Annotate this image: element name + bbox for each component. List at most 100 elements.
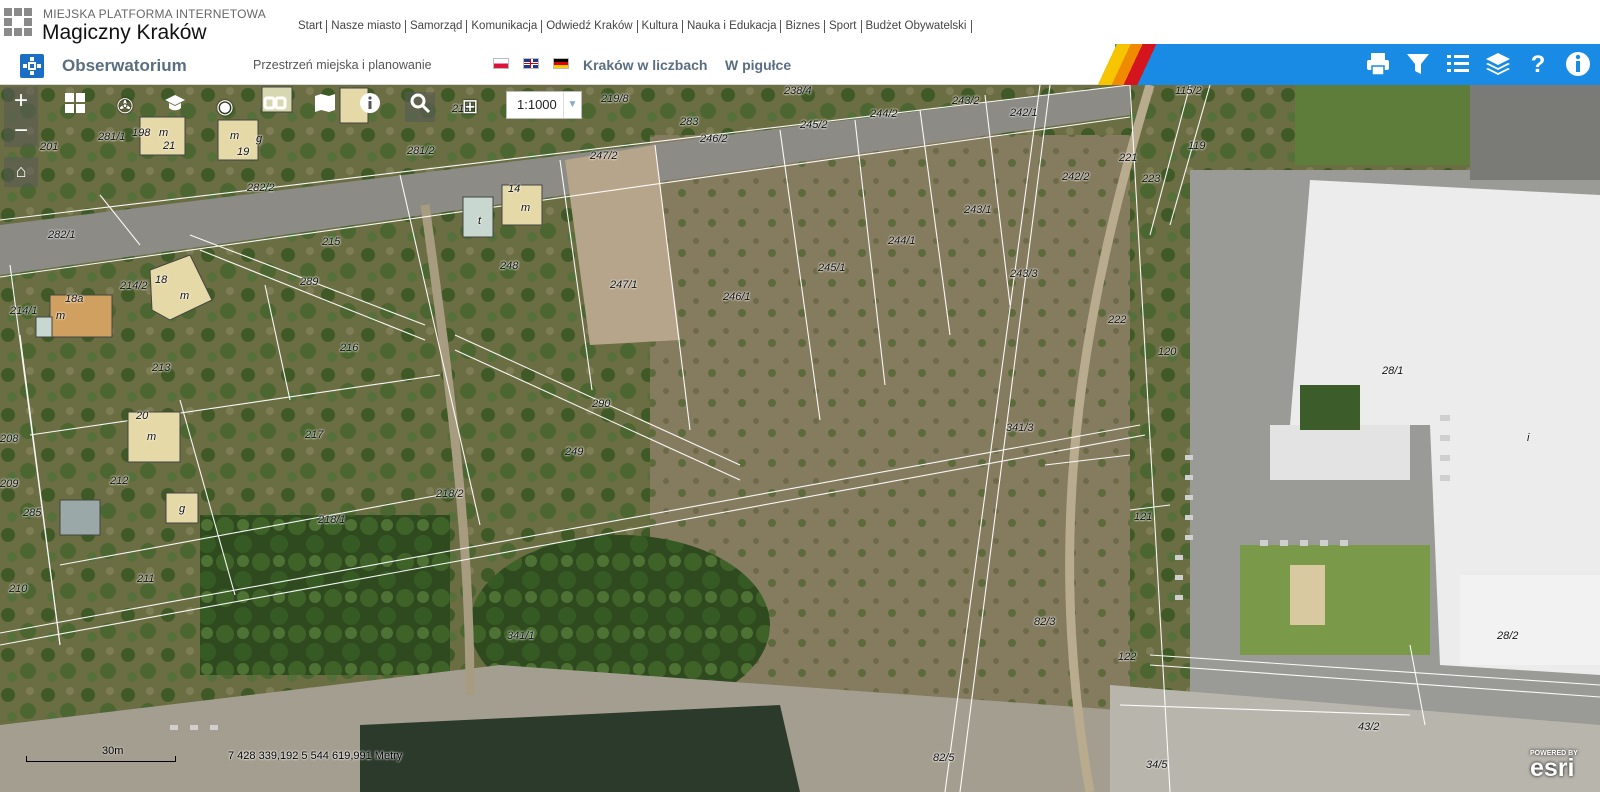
parcel-label: 221 bbox=[1119, 152, 1138, 164]
parcel-label: 243/3 bbox=[1010, 268, 1038, 280]
parcel-label: 217 bbox=[305, 429, 324, 441]
zoom-out-button[interactable]: − bbox=[4, 117, 38, 147]
palette-icon[interactable]: ✇ bbox=[110, 92, 140, 122]
zoom-in-button[interactable]: + bbox=[4, 87, 38, 117]
filter-icon[interactable] bbox=[1403, 50, 1433, 80]
parcel-label: 243/1 bbox=[964, 204, 992, 216]
parcel-label: 213 bbox=[152, 362, 171, 374]
app-title[interactable]: Obserwatorium bbox=[62, 56, 187, 76]
parcel-label: 244/1 bbox=[888, 235, 916, 247]
print-icon[interactable] bbox=[1363, 50, 1393, 80]
basemap-grid-icon[interactable] bbox=[60, 92, 90, 122]
portal-title[interactable]: Magiczny Kraków bbox=[42, 21, 207, 45]
nav-item-samorzad[interactable]: Samorząd bbox=[406, 20, 468, 33]
section-title[interactable]: Przestrzeń miejska i planowanie bbox=[253, 58, 432, 72]
parcel-label: 211 bbox=[137, 573, 155, 585]
parcel-label: 244/2 bbox=[870, 108, 898, 120]
link-krakow-w-liczbach[interactable]: Kraków w liczbach bbox=[583, 57, 707, 73]
info-icon[interactable] bbox=[355, 92, 385, 122]
krakow-logo-icon[interactable] bbox=[4, 8, 32, 38]
parcel-label: 243/2 bbox=[952, 95, 980, 107]
building-mark: m bbox=[180, 290, 190, 302]
parcel-label: 249 bbox=[565, 446, 584, 458]
link-icon[interactable] bbox=[260, 92, 290, 122]
building-mark: t bbox=[478, 215, 482, 227]
nav-item-start[interactable]: Start bbox=[298, 20, 328, 33]
parcel-label: 28/1 bbox=[1382, 365, 1404, 377]
parcel-label: 82/3 bbox=[1034, 616, 1056, 628]
parcel-label: 28/2 bbox=[1497, 630, 1519, 642]
aerial-imagery[interactable] bbox=[0, 85, 1600, 792]
building-mark: m bbox=[521, 202, 531, 214]
nav-item-odwiedz-krakow[interactable]: Odwiedź Kraków bbox=[542, 20, 638, 33]
list-icon[interactable] bbox=[1443, 50, 1473, 80]
parcel-label: 341/1 bbox=[507, 630, 535, 642]
nav-item-budzet[interactable]: Budżet Obywatelski bbox=[862, 20, 972, 33]
map-book-icon[interactable] bbox=[310, 92, 340, 122]
parcel-label: 122 bbox=[1118, 651, 1137, 663]
home-icon[interactable]: ⌂ bbox=[4, 157, 38, 187]
parcel-label: 198 bbox=[132, 127, 151, 139]
scale-value: 1:1000 bbox=[517, 97, 557, 112]
parcel-label: 215 bbox=[322, 236, 341, 248]
nav-item-sport[interactable]: Sport bbox=[825, 20, 862, 33]
search-icon[interactable] bbox=[405, 92, 435, 122]
building-mark: m bbox=[56, 310, 66, 322]
nav-item-komunikacja[interactable]: Komunikacja bbox=[467, 20, 543, 33]
parcel-label: 282/2 bbox=[247, 182, 275, 194]
info-icon[interactable] bbox=[1563, 50, 1593, 80]
esri-attribution[interactable]: POWERED BY esri bbox=[1530, 750, 1578, 781]
parcel-label: 248 bbox=[500, 260, 519, 272]
parcel-label: 289 bbox=[300, 276, 319, 288]
parcel-label: 282/1 bbox=[48, 229, 76, 241]
parcel-label: 281/1 bbox=[98, 131, 126, 143]
parcel-label: 216 bbox=[340, 342, 359, 354]
parcel-label: 18 bbox=[155, 274, 168, 286]
building-mark: m bbox=[230, 130, 240, 142]
nav-item-nasze-miasto[interactable]: Nasze miasto bbox=[327, 20, 406, 33]
parcel-label: 242/2 bbox=[1062, 171, 1090, 183]
parcel-label: 43/2 bbox=[1358, 721, 1380, 733]
parcel-label: 214/1 bbox=[10, 305, 38, 317]
flag-en-icon[interactable] bbox=[523, 58, 539, 69]
parcel-label: 209 bbox=[0, 478, 19, 490]
nav-item-nauka[interactable]: Nauka i Edukacja bbox=[683, 20, 782, 33]
parcel-label: 245/2 bbox=[800, 119, 828, 131]
parcel-label: 210 bbox=[9, 583, 28, 595]
help-icon[interactable]: ? bbox=[1523, 50, 1553, 80]
parcel-label: 223 bbox=[1142, 173, 1161, 185]
portal-header: MIEJSKA PLATFORMA INTERNETOWA Magiczny K… bbox=[0, 0, 1600, 44]
nav-item-biznes[interactable]: Biznes bbox=[781, 20, 825, 33]
building-mark: m bbox=[147, 431, 157, 443]
map-view[interactable]: 281/1 198 21 19 201 282/2 282/1 281/2 28… bbox=[0, 85, 1600, 792]
globe-icon[interactable]: ◉ bbox=[210, 92, 240, 122]
layers-icon[interactable] bbox=[1483, 50, 1513, 80]
measure-icon[interactable]: ⊞ bbox=[455, 92, 485, 122]
parcel-label: 281/2 bbox=[407, 145, 435, 157]
parcel-label: 82/5 bbox=[933, 752, 955, 764]
building-mark: g bbox=[179, 503, 186, 515]
toolbar-stripe bbox=[1095, 44, 1175, 85]
obserwatorium-logo-icon[interactable] bbox=[20, 54, 44, 78]
chevron-down-icon[interactable]: ▼ bbox=[563, 92, 581, 118]
link-w-pigulce[interactable]: W pigułce bbox=[725, 57, 791, 73]
parcel-label: 214/2 bbox=[120, 280, 148, 292]
building-mark: g bbox=[256, 133, 263, 145]
nav-item-kultura[interactable]: Kultura bbox=[638, 20, 683, 33]
flag-de-icon[interactable] bbox=[553, 58, 569, 69]
portal-subtitle: MIEJSKA PLATFORMA INTERNETOWA bbox=[43, 7, 266, 21]
parcel-label: 20 bbox=[136, 410, 149, 422]
parcel-label: 246/2 bbox=[700, 133, 728, 145]
parcel-label: 290 bbox=[592, 398, 611, 410]
flag-pl-icon[interactable] bbox=[493, 58, 509, 69]
parcel-label: 121 bbox=[1134, 511, 1153, 523]
education-icon[interactable] bbox=[160, 92, 190, 122]
parcel-label: 283 bbox=[680, 116, 699, 128]
parcel-label: 34/5 bbox=[1146, 759, 1168, 771]
scale-select[interactable]: 1:1000 ▼ bbox=[506, 91, 582, 119]
parcel-label: 218/1 bbox=[318, 514, 346, 526]
parcel-label: 18a bbox=[65, 293, 84, 305]
parcel-label: 21 bbox=[163, 140, 176, 152]
parcel-label: 14 bbox=[508, 183, 521, 195]
building-mark: m bbox=[159, 127, 169, 139]
